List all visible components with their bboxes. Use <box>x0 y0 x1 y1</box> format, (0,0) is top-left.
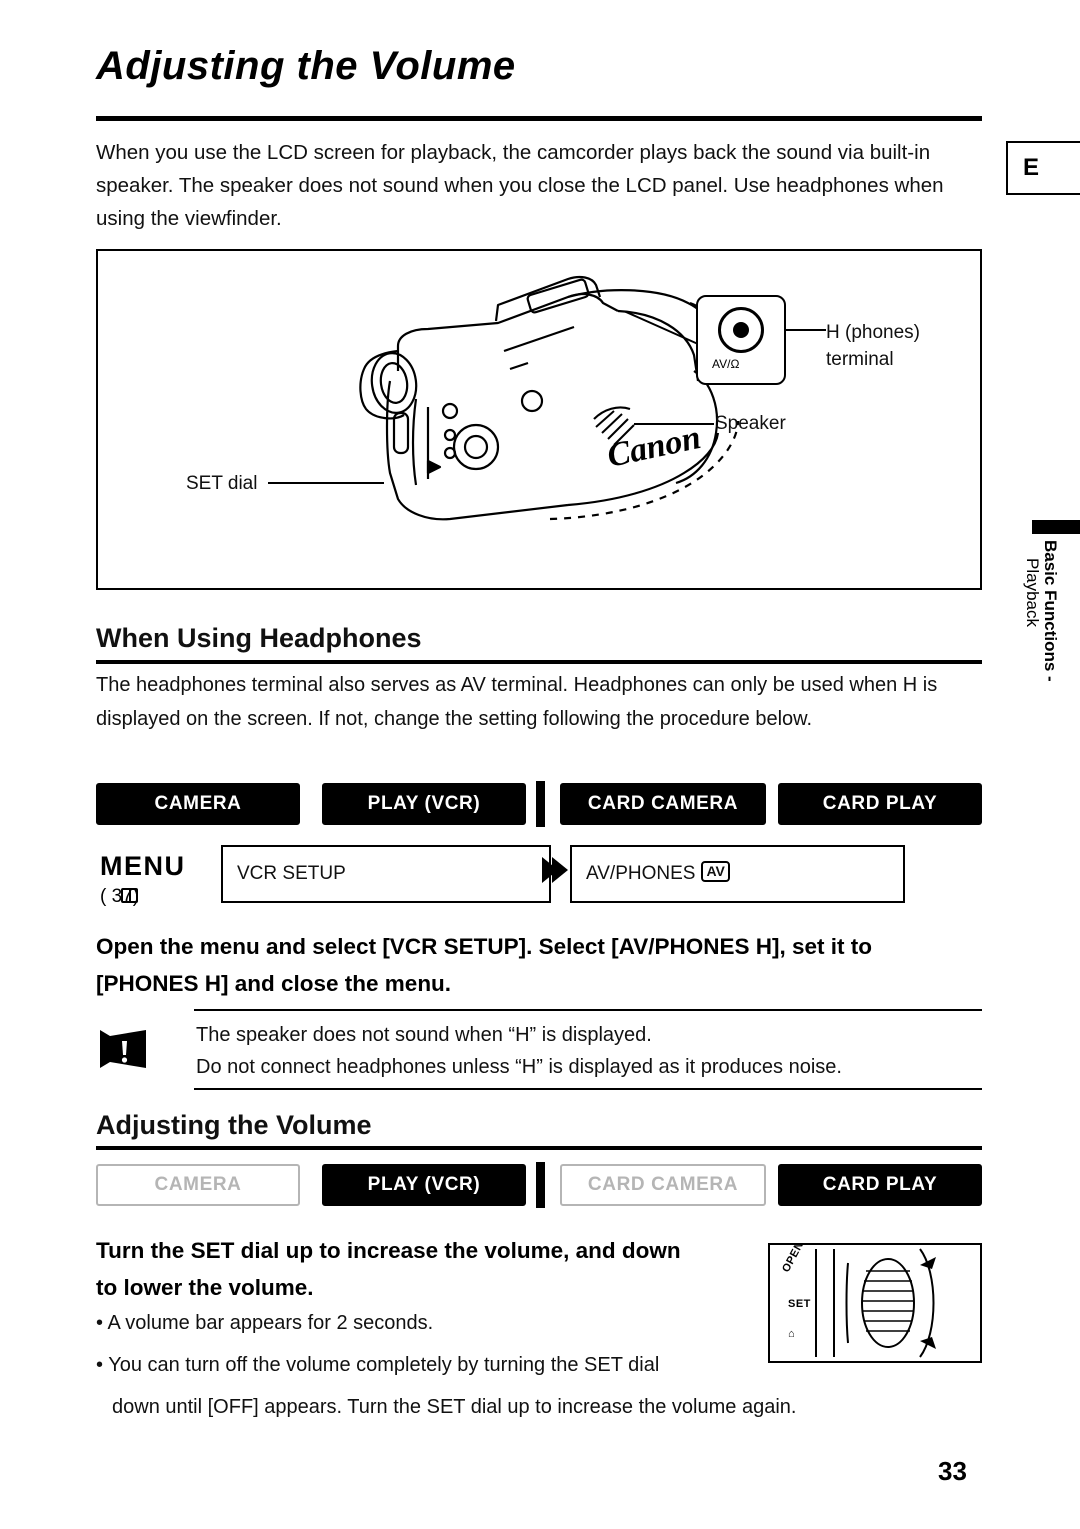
mode-camera-2[interactable]: CAMERA <box>96 1164 300 1206</box>
jack-dot-icon <box>733 322 749 338</box>
caution-line-2: Do not connect headphones unless “H” is … <box>196 1056 842 1078</box>
instruction-headphones-line2: [PHONES H] and close the menu. <box>96 971 452 996</box>
intro-paragraph: When you use the LCD screen for playback… <box>96 141 944 230</box>
side-tab-line1: Basic Functions - <box>1041 540 1060 682</box>
instruction-volume-line1: Turn the SET dial up to increase the vol… <box>96 1238 681 1263</box>
jack-circle-icon <box>718 307 764 353</box>
mode-row-volume: CAMERA PLAY (VCR) CARD CAMERA CARD PLAY <box>96 1162 982 1208</box>
edge-tab: E <box>1006 141 1080 195</box>
dial-label-open: OPEN <box>780 1245 806 1274</box>
mode-separator <box>536 781 545 827</box>
caution-line-1: The speaker does not sound when “H” is d… <box>196 1024 652 1046</box>
headphones-body: The headphones terminal also serves as A… <box>96 674 938 730</box>
label-set-dial: SET dial <box>186 473 258 494</box>
bullet-3: down until [OFF] appears. Turn the SET d… <box>112 1396 797 1418</box>
edge-tab-label: E <box>1023 154 1040 181</box>
caution-divider-bottom <box>194 1088 982 1090</box>
leader-line-phones2 <box>786 329 826 331</box>
mode-card-play-2[interactable]: CARD PLAY <box>778 1164 982 1206</box>
leader-line-speaker <box>634 423 714 425</box>
camcorder-drawing: Canon <box>359 275 740 521</box>
page-number: 33 <box>938 1456 967 1486</box>
label-phones-line2: terminal <box>826 349 894 370</box>
side-tab-line2: Playback <box>1023 558 1042 627</box>
instruction-volume: Turn the SET dial up to increase the vol… <box>96 1232 776 1306</box>
volume-bullets: • A volume bar appears for 2 seconds. • … <box>96 1306 886 1432</box>
instruction-headphones-line1: Open the menu and select [VCR SETUP]. Se… <box>96 934 872 959</box>
side-tab-label: Basic Functions - Playback <box>1022 540 1062 770</box>
bullet-1: • A volume bar appears for 2 seconds. <box>96 1312 434 1334</box>
caution-text: The speaker does not sound when “H” is d… <box>196 1019 986 1083</box>
page-title: Adjusting the Volume <box>96 44 516 88</box>
menu-field-av-phones[interactable]: AV/PHONES AV <box>570 845 905 903</box>
mode-card-camera[interactable]: CARD CAMERA <box>560 783 766 825</box>
instruction-headphones: Open the menu and select [VCR SETUP]. Se… <box>96 928 986 1002</box>
menu-word: MENU <box>100 851 186 881</box>
jack-label: AV/Ω <box>712 357 740 371</box>
heading-divider-2 <box>96 1146 982 1150</box>
document-page: Adjusting the Volume E Basic Functions -… <box>0 0 1080 1529</box>
label-speaker: Speaker <box>715 413 786 434</box>
bullet-2: • You can turn off the volume completely… <box>96 1354 660 1376</box>
leader-line-setdial <box>268 482 384 484</box>
av-jack-callout: AV/Ω <box>696 295 786 385</box>
chevron-right-icon-2 <box>552 857 568 883</box>
side-tab-marker <box>1032 520 1080 534</box>
title-divider <box>96 116 982 121</box>
av-badge-icon: AV <box>701 861 730 882</box>
mode-play-vcr[interactable]: PLAY (VCR) <box>322 783 526 825</box>
menu-field-av-phones-label: AV/PHONES <box>586 863 696 884</box>
caution-icon <box>100 1030 146 1068</box>
mode-card-play[interactable]: CARD PLAY <box>778 783 982 825</box>
heading-divider-1 <box>96 660 982 664</box>
mode-card-camera-2[interactable]: CARD CAMERA <box>560 1164 766 1206</box>
label-phones-terminal: H (phones) terminal <box>826 319 920 373</box>
label-phones-line1: H (phones) <box>826 322 920 343</box>
book-icon <box>121 888 138 903</box>
instruction-volume-line2: to lower the volume. <box>96 1275 314 1300</box>
heading-when-using-headphones: When Using Headphones <box>96 623 422 653</box>
heading-adjusting-the-volume: Adjusting the Volume <box>96 1110 372 1140</box>
mode-separator-2 <box>536 1162 545 1208</box>
mode-row-headphones: CAMERA PLAY (VCR) CARD CAMERA CARD PLAY <box>96 781 982 827</box>
menu-field-vcr-setup[interactable]: VCR SETUP <box>221 845 551 903</box>
mode-camera[interactable]: CAMERA <box>96 783 300 825</box>
camera-illustration: Canon AV/Ω H (phones) terminal Speaker S… <box>96 249 982 590</box>
caution-divider-top <box>194 1009 982 1011</box>
mode-play-vcr-2[interactable]: PLAY (VCR) <box>322 1164 526 1206</box>
